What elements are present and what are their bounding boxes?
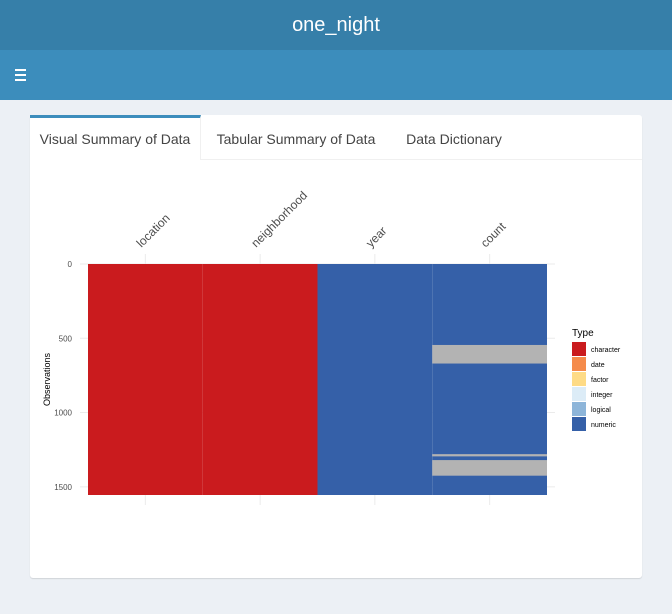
legend-key-numeric bbox=[572, 417, 586, 431]
column-label-year: year bbox=[363, 224, 389, 250]
legend-title: Type bbox=[572, 328, 594, 339]
legend-key-character bbox=[572, 342, 586, 356]
legend-label-date: date bbox=[591, 362, 605, 369]
legend-key-date bbox=[572, 357, 586, 371]
y-tick-label: 1000 bbox=[54, 409, 72, 418]
y-axis-label: Observations bbox=[42, 352, 52, 406]
missing-block bbox=[432, 454, 547, 457]
app-title: one_night bbox=[0, 0, 672, 50]
legend-label-logical: logical bbox=[591, 407, 611, 414]
legend-label-character: character bbox=[591, 347, 621, 354]
y-tick-label: 1500 bbox=[54, 483, 72, 492]
visdat-plot: location neighborhood year count 0 500 1000 150… bbox=[42, 188, 621, 505]
missing-block bbox=[432, 460, 547, 476]
column-tile-year bbox=[317, 264, 433, 495]
y-tick-label: 500 bbox=[59, 334, 73, 343]
column-label-count: count bbox=[478, 219, 509, 250]
content-box: Visual Summary of Data Tabular Summary o… bbox=[30, 115, 642, 578]
column-tile-location bbox=[88, 264, 203, 495]
legend-key-logical bbox=[572, 402, 586, 416]
legend-label-factor: factor bbox=[591, 377, 609, 384]
legend-key-factor bbox=[572, 372, 586, 386]
column-label-neighborhood: neighborhood bbox=[248, 188, 310, 250]
navbar bbox=[0, 50, 672, 100]
hamburger-menu-icon[interactable] bbox=[10, 63, 32, 87]
legend-label-numeric: numeric bbox=[591, 422, 616, 429]
legend-label-integer: integer bbox=[591, 392, 613, 399]
column-label-location: location bbox=[134, 211, 173, 250]
legend-key-integer bbox=[572, 387, 586, 401]
y-tick-label: 0 bbox=[68, 260, 73, 269]
missing-block bbox=[432, 344, 547, 364]
column-tile-neighborhood bbox=[202, 264, 318, 495]
